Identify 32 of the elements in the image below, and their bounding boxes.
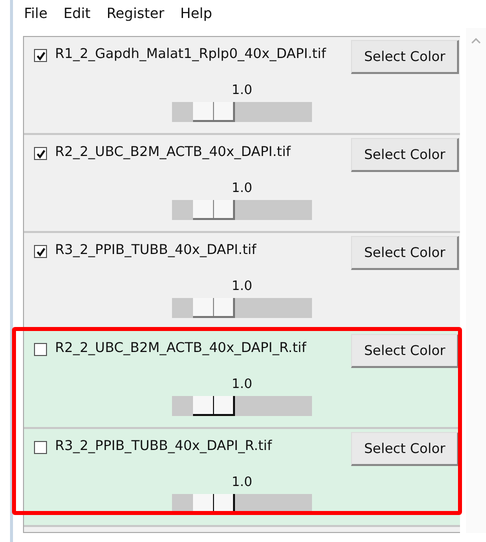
- slider-thumb[interactable]: [193, 298, 235, 318]
- slider-thumb[interactable]: [193, 200, 235, 220]
- file-name: R2_2_UBC_B2M_ACTB_40x_DAPI_R.tif: [55, 340, 308, 356]
- checkbox[interactable]: [34, 245, 47, 258]
- select-color-button[interactable]: Select Color: [351, 334, 460, 368]
- slider-value: 1.0: [232, 83, 252, 98]
- select-color-button[interactable]: Select Color: [351, 138, 460, 172]
- select-color-button[interactable]: Select Color: [351, 236, 460, 270]
- slider-track[interactable]: [172, 396, 312, 416]
- select-color-button[interactable]: Select Color: [351, 40, 460, 74]
- menu-item[interactable]: Edit: [62, 6, 92, 22]
- slider-track[interactable]: [172, 298, 312, 318]
- file-name: R1_2_Gapdh_Malat1_Rplp0_40x_DAPI.tif: [55, 46, 328, 62]
- checkbox[interactable]: [34, 343, 47, 356]
- checkbox[interactable]: [34, 147, 47, 160]
- checkbox[interactable]: [34, 441, 47, 454]
- slider-track[interactable]: [172, 200, 312, 220]
- slider-thumb[interactable]: [193, 396, 235, 416]
- slider-value: 1.0: [232, 181, 252, 196]
- slider-value: 1.0: [232, 279, 252, 294]
- slider-value: 1.0: [232, 475, 252, 490]
- file-name: R3_2_PPIB_TUBB_40x_DAPI.tif: [55, 242, 258, 258]
- menu-item[interactable]: Register: [106, 6, 166, 22]
- file-name: R3_2_PPIB_TUBB_40x_DAPI_R.tif: [55, 438, 274, 454]
- slider-thumb[interactable]: [193, 102, 235, 122]
- slider-track[interactable]: [172, 102, 312, 122]
- menu-item[interactable]: File: [23, 6, 48, 22]
- select-color-button[interactable]: Select Color: [351, 432, 460, 466]
- checkbox[interactable]: [34, 49, 47, 62]
- slider-value: 1.0: [232, 377, 252, 392]
- menu-item[interactable]: Help: [179, 6, 214, 22]
- file-name: R2_2_UBC_B2M_ACTB_40x_DAPI.tif: [55, 144, 292, 160]
